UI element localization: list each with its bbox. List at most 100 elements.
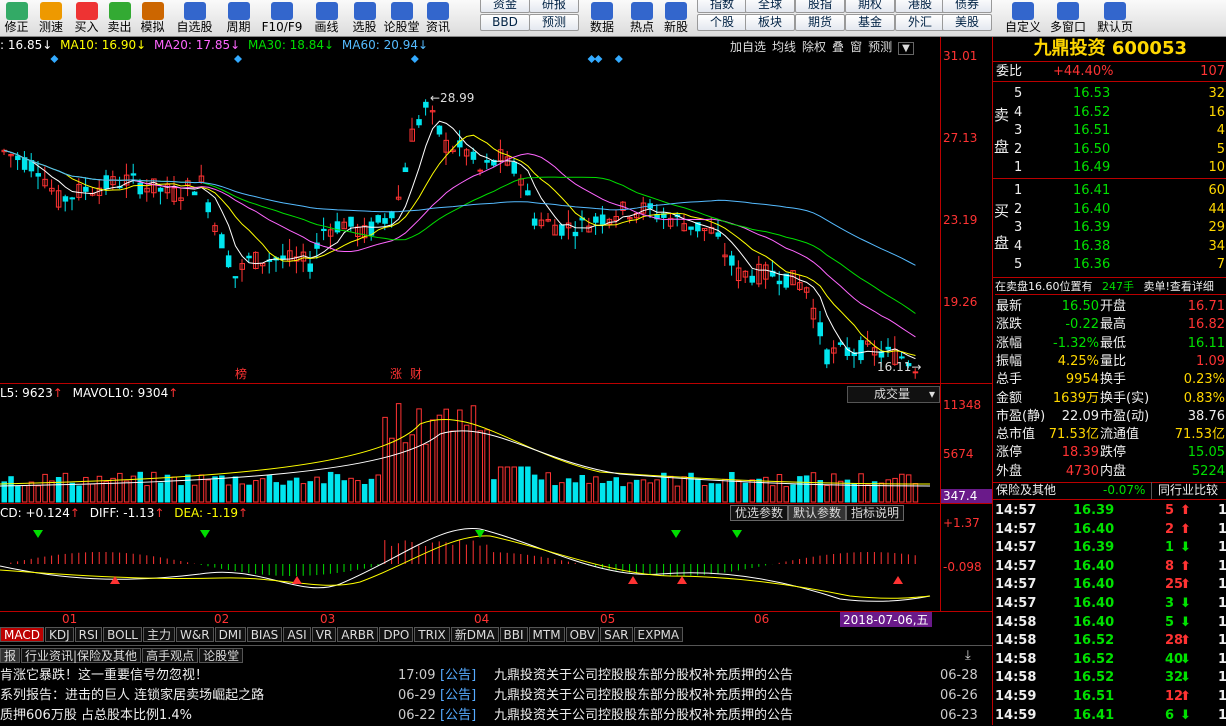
bid-row[interactable]: 1 16.41 60	[993, 182, 1226, 201]
indicator-select[interactable]: 成交量 ▾	[847, 386, 940, 403]
toolbar-windows-button[interactable]: 多窗口	[1045, 0, 1091, 37]
small-button-2[interactable]: BBD	[480, 14, 530, 31]
bid-row[interactable]: 4 16.38 34	[993, 238, 1226, 257]
news-right-title[interactable]: 九鼎投资关于公司控股股东部分股权补充质押的公告	[494, 686, 793, 706]
macd-panel[interactable]: CD: +0.124↑ DIFF: -1.13↑ DEA: -1.19↑ 优选参…	[0, 503, 940, 611]
ask-row[interactable]: 2 16.50 5	[993, 141, 1226, 160]
news-left-title[interactable]: 系列报告：进击的巨人 连锁家居卖场崛起之路	[0, 686, 264, 706]
indicator-tab-VR[interactable]: VR	[311, 627, 337, 642]
hot-icon	[631, 2, 653, 20]
chart-button-0[interactable]: 加自选	[730, 40, 766, 54]
download-icon[interactable]: ⤓	[965, 648, 971, 663]
chart-button-4[interactable]: 窗	[850, 40, 862, 54]
bid-row[interactable]: 5 16.36 7	[993, 256, 1226, 275]
month-label: 03	[320, 612, 336, 626]
news-right-title[interactable]: 九鼎投资关于公司控股股东部分股权补充质押的公告	[494, 706, 793, 726]
small-button-债券[interactable]: 债券	[942, 0, 992, 13]
volume-bar-down	[695, 478, 701, 503]
toolbar-home-button[interactable]: 默认页	[1092, 0, 1138, 37]
toolbar-custom-button[interactable]: 自定义	[1000, 0, 1046, 37]
small-button-3[interactable]: 预测	[529, 14, 579, 31]
indicator-tab-ASI[interactable]: ASI	[283, 627, 311, 642]
indicator-tab-KDJ[interactable]: KDJ	[44, 627, 74, 642]
indicator-tab-EXPMA[interactable]: EXPMA	[633, 627, 684, 642]
kline-panel[interactable]: ←28.99 16.11→ 榜 涨财	[0, 38, 940, 383]
toolbar-refresh-button[interactable]: 修正	[0, 0, 33, 37]
toolbar-hammer-button[interactable]: 模拟	[135, 0, 170, 37]
low-price-label: 16.11→	[877, 360, 921, 374]
indicator-tab-W&R[interactable]: W&R	[176, 627, 214, 642]
toolbar-forum-button[interactable]: 论股堂	[382, 0, 421, 37]
toolbar-buy-button[interactable]: 买入	[69, 0, 104, 37]
toolbar-sell-button[interactable]: 卖出	[104, 0, 135, 37]
indicator-tab-MTM[interactable]: MTM	[528, 627, 565, 642]
news-left-title[interactable]: 质押606万股 占总股本比例1.4%	[0, 706, 192, 726]
macd-param-button[interactable]: 默认参数	[788, 505, 847, 521]
indicator-tab-BBI[interactable]: BBI	[499, 627, 528, 642]
toolbar-filter-button[interactable]: 选股	[347, 0, 382, 37]
ask-row[interactable]: 1 16.49 10	[993, 159, 1226, 178]
chart-button-5[interactable]: 预测	[868, 40, 892, 54]
volume-panel[interactable]: L5: 9623↑ MAVOL10: 9304↑ 成交量 ▾	[0, 383, 940, 503]
bid-row[interactable]: 2 16.40 44	[993, 201, 1226, 220]
news-left-title[interactable]: 肯涨它暴跌！这一重要信号勿忽视！	[0, 666, 208, 686]
toolbar-flag-button[interactable]: 新股	[658, 0, 694, 37]
small-button-全球[interactable]: 全球	[745, 0, 795, 13]
order-note-link[interactable]: 卖单!查看详细	[1144, 280, 1214, 293]
ask-row[interactable]: 5 16.53 32	[993, 85, 1226, 104]
industry-compare-button[interactable]: 同行业比较	[1151, 482, 1218, 499]
order-note[interactable]: 在卖盘16.60位置有 247手 卖单!查看详细	[995, 279, 1226, 295]
small-button-股指[interactable]: 股指	[795, 0, 845, 13]
chart-button-3[interactable]: 叠	[832, 40, 844, 54]
indicator-tab-主力[interactable]: 主力	[142, 627, 175, 642]
chart-button-2[interactable]: 除权	[802, 40, 826, 54]
toolbar-favorites-button[interactable]: 自选股	[170, 0, 219, 37]
chart-button-1[interactable]: 均线	[772, 40, 796, 54]
volume-chart[interactable]	[0, 384, 940, 504]
indicator-tab-OBV[interactable]: OBV	[565, 627, 600, 642]
small-button-板块[interactable]: 板块	[745, 14, 795, 31]
chevron-down-icon[interactable]: ▼	[898, 42, 914, 55]
bid-row[interactable]: 3 16.39 29	[993, 219, 1226, 238]
news-row[interactable]: 系列报告：进击的巨人 连锁家居卖场崛起之路 06-29 [公告] 九鼎投资关于公司控股…	[0, 686, 992, 706]
small-button-期货[interactable]: 期货	[795, 14, 845, 31]
news-tab[interactable]: 高手观点	[142, 648, 199, 663]
small-button-美股[interactable]: 美股	[942, 14, 992, 31]
small-button-期权[interactable]: 期权	[845, 0, 895, 13]
toolbar-hot-button[interactable]: 热点	[624, 0, 660, 37]
ask-row[interactable]: 4 16.52 16	[993, 104, 1226, 123]
toolbar-f10-button[interactable]: F10/F9	[258, 0, 306, 37]
small-button-港股[interactable]: 港股	[895, 0, 945, 13]
toolbar-cycle-button[interactable]: 周期	[219, 0, 258, 37]
small-button-指数[interactable]: 指数	[697, 0, 747, 13]
indicator-tab-TRIX[interactable]: TRIX	[414, 627, 450, 642]
indicator-tab-DPO[interactable]: DPO	[379, 627, 414, 642]
news-right-title[interactable]: 九鼎投资关于公司控股股东部分股权补充质押的公告	[494, 666, 793, 686]
toolbar-news-button[interactable]: 资讯	[421, 0, 455, 37]
small-button-1[interactable]: 研报	[529, 0, 579, 13]
news-tab[interactable]: 报	[0, 648, 21, 663]
small-button-基金[interactable]: 基金	[845, 14, 895, 31]
small-button-外汇[interactable]: 外汇	[895, 14, 945, 31]
news-row[interactable]: 质押606万股 占总股本比例1.4% 06-22 [公告] 九鼎投资关于公司控股股东部…	[0, 706, 992, 726]
news-tab[interactable]: 论股堂	[199, 648, 244, 663]
small-button-个股[interactable]: 个股	[697, 14, 747, 31]
news-row[interactable]: 肯涨它暴跌！这一重要信号勿忽视！ 17:09 [公告] 九鼎投资关于公司控股股东部分股…	[0, 666, 992, 686]
indicator-tab-MACD[interactable]: MACD	[0, 627, 44, 642]
indicator-tab-RSI[interactable]: RSI	[74, 627, 103, 642]
macd-param-button[interactable]: 指标说明	[846, 505, 905, 521]
macd-param-button[interactable]: 优选参数	[730, 505, 789, 521]
indicator-tab-ARBR[interactable]: ARBR	[337, 627, 379, 642]
toolbar-clock-button[interactable]: 测速	[33, 0, 69, 37]
indicator-tab-BIAS[interactable]: BIAS	[246, 627, 283, 642]
indicator-tab-DMI[interactable]: DMI	[214, 627, 246, 642]
toolbar-pen-button[interactable]: 画线	[306, 0, 347, 37]
toolbar-pe-button[interactable]: 数据	[584, 0, 620, 37]
news-tab[interactable]: 行业资讯|保险及其他	[21, 648, 142, 663]
indicator-tab-BOLL[interactable]: BOLL	[103, 627, 142, 642]
indicator-tab-新DMA[interactable]: 新DMA	[450, 627, 499, 642]
indicator-tab-SAR[interactable]: SAR	[600, 627, 633, 642]
kline-chart[interactable]: ←28.99 16.11→ 榜 涨财	[0, 38, 940, 383]
ask-row[interactable]: 3 16.51 4	[993, 122, 1226, 141]
small-button-0[interactable]: 资金	[480, 0, 530, 13]
